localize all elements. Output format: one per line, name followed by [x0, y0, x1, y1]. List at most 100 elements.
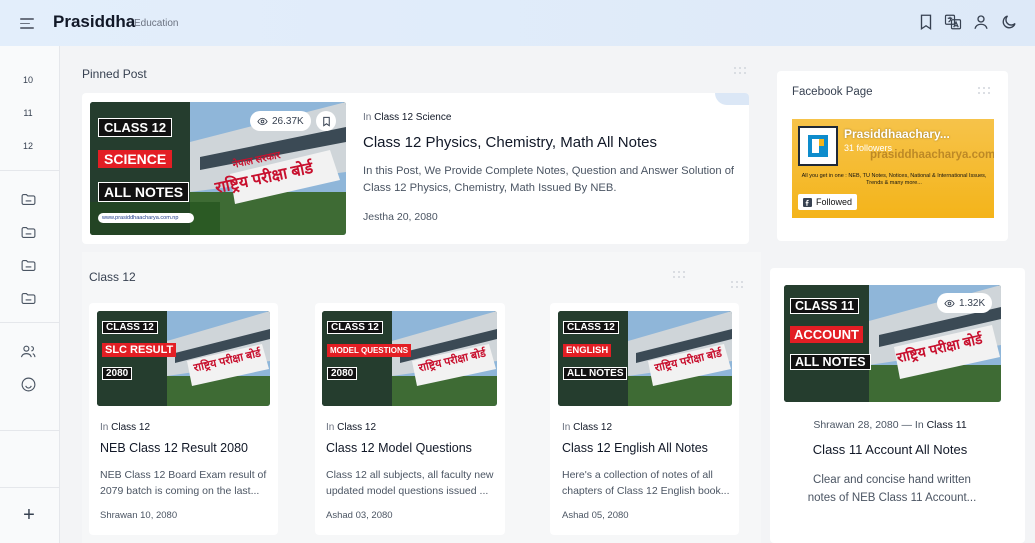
- post-thumbnail[interactable]: CLASS 11 ACCOUNT ALL NOTES राष्ट्रिय परी…: [784, 285, 1001, 402]
- user-icon[interactable]: [972, 13, 990, 31]
- followed-button[interactable]: Followed: [798, 194, 858, 210]
- thumb-label-notes: 2080: [102, 367, 133, 380]
- rail-item-10[interactable]: 10: [0, 75, 56, 85]
- views-badge: 26.37K: [250, 111, 311, 131]
- bookmark-icon: [322, 116, 330, 127]
- post-date: Ashad 03, 2080: [326, 510, 393, 521]
- folder-icon[interactable]: [20, 191, 37, 208]
- bookmark-button[interactable]: [316, 111, 336, 131]
- post-date: Ashad 05, 2080: [562, 510, 629, 521]
- thumb-label-subject: ACCOUNT: [790, 326, 863, 343]
- facebook-icon: [803, 197, 812, 207]
- facebook-page-embed[interactable]: Prasiddhaachary... 31 followers prasiddh…: [792, 119, 994, 218]
- facebook-widget: Facebook Page Prasiddhaachary... 31 foll…: [777, 71, 1008, 241]
- post-thumbnail[interactable]: CLASS 12 SLC RESULT 2080 राष्ट्रिय परीक्…: [97, 311, 270, 406]
- post-title[interactable]: Class 12 Physics, Chemistry, Math All No…: [363, 134, 723, 151]
- page-logo: [798, 126, 838, 166]
- pinned-section-title: Pinned Post: [82, 67, 147, 81]
- category-prefix: In: [326, 422, 335, 433]
- drag-handle-icon[interactable]: [673, 271, 687, 281]
- post-date: Jestha 20, 2080: [363, 211, 438, 223]
- drag-handle-icon[interactable]: [731, 281, 745, 291]
- dark-mode-icon[interactable]: [1000, 13, 1018, 31]
- post-thumbnail[interactable]: CLASS 12 ENGLISH ALL NOTES राष्ट्रिय परी…: [558, 311, 732, 406]
- thumb-label-subject: SCIENCE: [98, 150, 173, 168]
- category-link[interactable]: Class 12: [573, 422, 612, 433]
- category-prefix: In: [363, 112, 372, 123]
- category-prefix: In: [914, 419, 924, 431]
- post-date: Shrawan 10, 2080: [100, 510, 178, 521]
- category-link[interactable]: Class 12 Science: [374, 112, 451, 123]
- rail-divider: [0, 170, 60, 171]
- drag-handle-icon[interactable]: [734, 67, 748, 77]
- thumb-site-url: www.prasiddhaacharya.com.np: [98, 213, 195, 223]
- translate-icon[interactable]: [944, 13, 962, 31]
- side-post-card[interactable]: CLASS 11 ACCOUNT ALL NOTES राष्ट्रिय परी…: [770, 268, 1025, 543]
- site-logo[interactable]: Prasiddha: [53, 12, 135, 32]
- post-category: In Class 12: [100, 422, 150, 433]
- page-tagline: All you get in one : NEB, TU Notes, Noti…: [801, 173, 987, 186]
- views-count: 26.37K: [272, 115, 304, 127]
- post-title[interactable]: Class 12 Model Questions: [326, 441, 472, 455]
- page-site-watermark: prasiddhaacharya.com.np: [870, 149, 994, 161]
- drag-handle-icon[interactable]: [978, 87, 992, 97]
- post-excerpt: Here's a collection of notes of all chap…: [562, 469, 730, 497]
- post-excerpt: Class 12 all subjects, all faculty new u…: [326, 469, 494, 497]
- eye-icon: [944, 299, 955, 307]
- category-prefix: In: [100, 422, 109, 433]
- category-link[interactable]: Class 11: [927, 419, 967, 431]
- class12-section-title: Class 12: [89, 270, 136, 284]
- thumb-label-subject: SLC RESULT: [102, 343, 177, 357]
- folder-icon[interactable]: [20, 224, 37, 241]
- thumb-label-subject: ENGLISH: [563, 344, 612, 357]
- rail-divider: [0, 322, 60, 323]
- thumb-label-class: CLASS 12: [563, 321, 619, 334]
- rail-divider: [0, 487, 60, 488]
- pinned-post-card[interactable]: CLASS 12 SCIENCE ALL NOTES नेपाल सरकार र…: [82, 93, 749, 244]
- page-name[interactable]: Prasiddhaachary...: [844, 127, 950, 141]
- post-title[interactable]: Class 11 Account All Notes: [770, 442, 1010, 457]
- folder-icon[interactable]: [20, 257, 37, 274]
- rail-item-11[interactable]: 11: [0, 108, 56, 118]
- post-title[interactable]: Class 12 English All Notes: [562, 441, 708, 455]
- thumb-label-class: CLASS 12: [327, 321, 383, 334]
- smile-icon[interactable]: [20, 376, 37, 393]
- post-category: In Class 12: [562, 422, 612, 433]
- rail-divider: [0, 430, 60, 431]
- category-link[interactable]: Class 12: [111, 422, 150, 433]
- side-post-meta: Shrawan 28, 2080 — In Class 11: [770, 419, 1010, 431]
- top-header: Prasiddha Education: [0, 0, 1035, 46]
- add-icon[interactable]: +: [20, 504, 38, 527]
- thumb-label-notes: ALL NOTES: [790, 354, 871, 370]
- rail-item-12[interactable]: 12: [0, 141, 56, 151]
- thumb-label-class: CLASS 12: [102, 321, 158, 334]
- post-category: In Class 12 Science: [363, 112, 451, 123]
- post-excerpt: Clear and concise hand written notes of …: [807, 474, 977, 504]
- thumb-label-class: CLASS 12: [98, 118, 173, 137]
- post-card[interactable]: CLASS 12 MODEL QUESTIONS 2080 राष्ट्रिय …: [315, 303, 505, 535]
- thumb-label-subject: MODEL QUESTIONS: [327, 344, 412, 357]
- post-excerpt: NEB Class 12 Board Exam result of 2079 b…: [100, 469, 267, 497]
- category-link[interactable]: Class 12: [337, 422, 376, 433]
- eye-icon: [257, 117, 268, 125]
- menu-icon[interactable]: [20, 15, 38, 31]
- views-count: 1.32K: [959, 297, 986, 309]
- followed-label: Followed: [816, 197, 853, 207]
- prasiddha-logo-icon: [808, 135, 828, 157]
- post-thumbnail[interactable]: CLASS 12 MODEL QUESTIONS 2080 राष्ट्रिय …: [322, 311, 497, 406]
- folder-icon[interactable]: [20, 290, 37, 307]
- users-icon[interactable]: [20, 343, 37, 360]
- facebook-section-title: Facebook Page: [792, 86, 873, 98]
- thumb-label-class: CLASS 11: [790, 298, 860, 314]
- category-prefix: In: [562, 422, 571, 433]
- site-logo-subtitle: Education: [134, 18, 179, 29]
- post-title[interactable]: NEB Class 12 Result 2080: [100, 441, 248, 455]
- thumb-label-notes: ALL NOTES: [563, 367, 628, 380]
- thumb-label-notes: 2080: [327, 367, 358, 380]
- post-card[interactable]: CLASS 12 ENGLISH ALL NOTES राष्ट्रिय परी…: [550, 303, 739, 535]
- bookmark-icon[interactable]: [917, 13, 935, 31]
- post-excerpt: In this Post, We Provide Complete Notes,…: [363, 165, 735, 194]
- post-category: In Class 12: [326, 422, 376, 433]
- post-card[interactable]: CLASS 12 SLC RESULT 2080 राष्ट्रिय परीक्…: [89, 303, 278, 535]
- pinned-post-thumbnail[interactable]: CLASS 12 SCIENCE ALL NOTES नेपाल सरकार र…: [90, 102, 346, 235]
